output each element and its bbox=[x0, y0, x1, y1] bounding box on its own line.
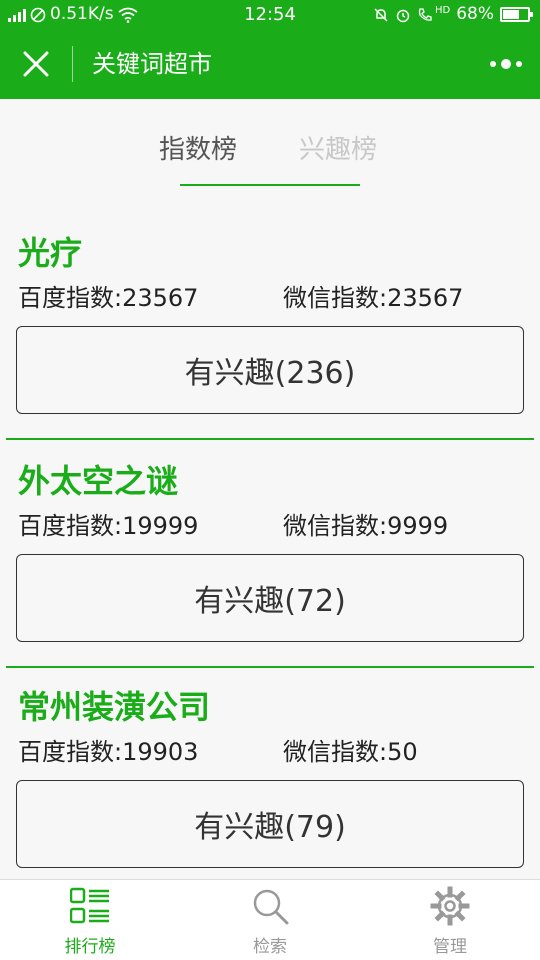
keyword-title: 光疗 bbox=[18, 234, 83, 272]
bottom-navigation: 排行榜 检索 管理 bbox=[0, 879, 540, 960]
more-icon bbox=[490, 59, 522, 69]
baidu-index: 百度指数:23567 bbox=[18, 284, 199, 312]
keyword-title: 外太空之谜 bbox=[18, 462, 179, 500]
item-divider bbox=[6, 438, 534, 440]
interest-button[interactable]: 有兴趣(236) bbox=[16, 326, 524, 414]
keyword-title: 常州装潢公司 bbox=[18, 688, 211, 726]
ranking-tabs: 指数榜 兴趣榜 bbox=[0, 99, 540, 199]
baidu-index: 百度指数:19999 bbox=[18, 512, 199, 540]
baidu-index: 百度指数:19903 bbox=[18, 738, 199, 766]
hd-badge: HD bbox=[434, 4, 451, 16]
nav-item-search[interactable]: 检索 bbox=[210, 880, 330, 960]
tab-index-ranking[interactable]: 指数榜 bbox=[159, 129, 237, 166]
tab-interest-ranking[interactable]: 兴趣榜 bbox=[299, 129, 377, 166]
status-bar: 0.51K/s 12:54 HD 68% bbox=[0, 0, 540, 29]
gear-icon bbox=[430, 886, 470, 926]
interest-button[interactable]: 有兴趣(79) bbox=[16, 780, 524, 868]
top-bar: 0.51K/s 12:54 HD 68% 关键词超市 bbox=[0, 0, 540, 99]
phone-icon bbox=[418, 7, 432, 21]
title-separator bbox=[72, 46, 73, 82]
nav-label: 管理 bbox=[433, 937, 467, 957]
close-button[interactable] bbox=[14, 45, 58, 83]
nav-label: 检索 bbox=[253, 937, 287, 957]
nav-item-manage[interactable]: 管理 bbox=[390, 880, 510, 960]
item-divider bbox=[6, 666, 534, 668]
battery-icon bbox=[500, 7, 533, 22]
weixin-index: 微信指数:50 bbox=[283, 738, 418, 766]
weixin-index: 微信指数:23567 bbox=[283, 284, 464, 312]
page-title: 关键词超市 bbox=[92, 50, 212, 78]
active-tab-underline bbox=[180, 184, 360, 186]
alarm-icon bbox=[396, 9, 410, 22]
nav-label: 排行榜 bbox=[64, 937, 116, 957]
search-icon bbox=[253, 889, 289, 925]
interest-button[interactable]: 有兴趣(72) bbox=[16, 554, 524, 642]
close-icon bbox=[23, 51, 49, 77]
ranking-list-icon bbox=[70, 887, 109, 924]
battery-percent: 68% bbox=[456, 4, 494, 24]
nav-item-ranking[interactable]: 排行榜 bbox=[30, 880, 150, 960]
more-button[interactable] bbox=[486, 47, 526, 81]
weixin-index: 微信指数:9999 bbox=[283, 512, 449, 540]
mute-bell-icon bbox=[374, 7, 388, 22]
title-bar: 关键词超市 bbox=[0, 29, 540, 99]
